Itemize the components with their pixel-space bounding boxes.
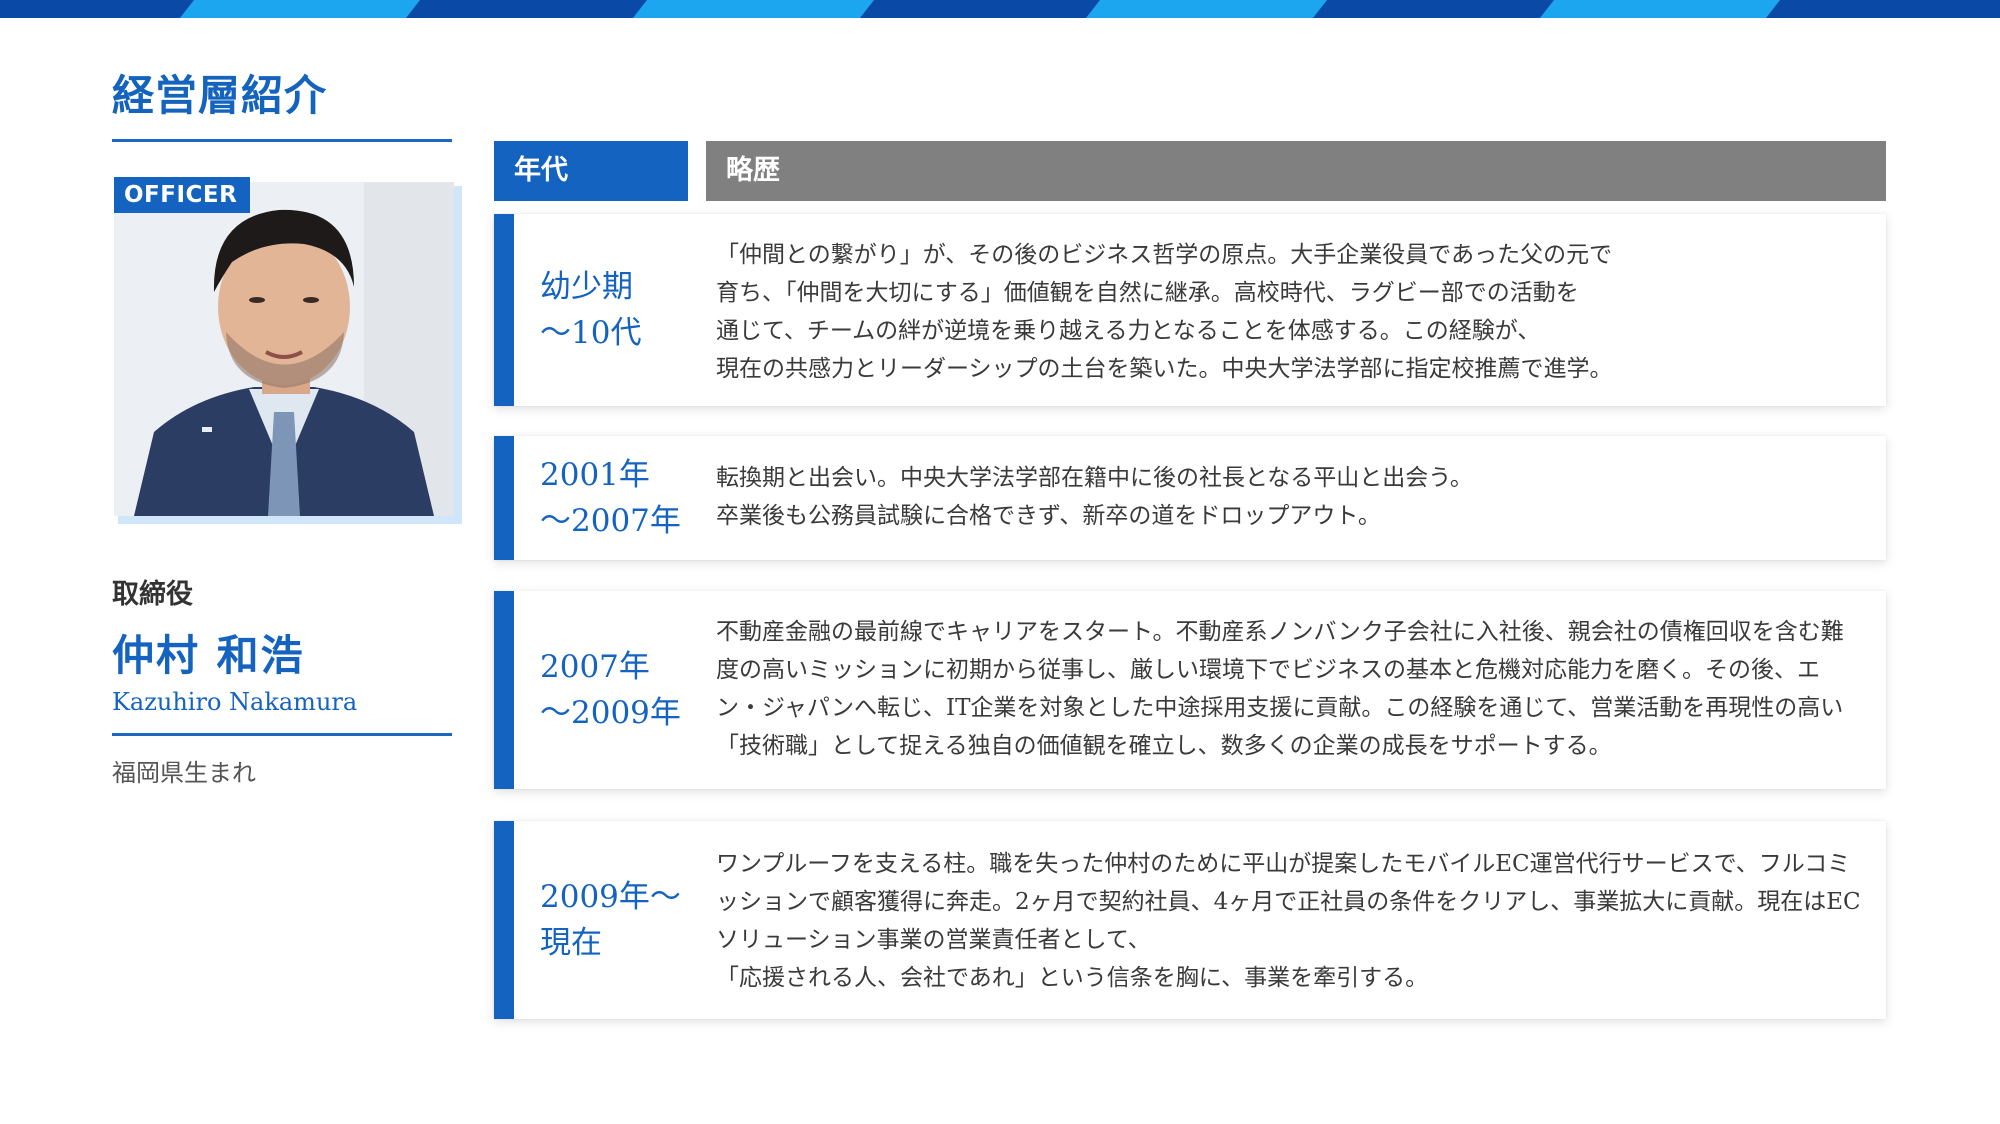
- row-era: 2001年 ～2007年: [540, 457, 681, 539]
- row-accent: [494, 821, 514, 1019]
- page-title: 経営層紹介: [112, 71, 328, 120]
- row-description: 転換期と出会い。中央大学法学部在籍中に後の社長となる平山と出会う。 卒業後も公務…: [716, 459, 1864, 535]
- timeline-row-childhood: 幼少期 ～10代 「仲間との繋がり」が、その後のビジネス哲学の原点。大手企業役員…: [494, 214, 1886, 406]
- title-divider: [112, 139, 452, 142]
- description-paragraph: ワンプルーフを支える柱。職を失った仲村のために平山が提案したモバイルEC運営代行…: [716, 851, 1861, 953]
- top-decorative-bar: [0, 0, 2000, 18]
- column-header-history: 略歴: [706, 141, 1886, 201]
- timeline-row-2009-present: 2009年～ 現在 ワンプルーフを支える柱。職を失った仲村のために平山が提案した…: [494, 821, 1886, 1019]
- timeline-row-2007-2009: 2007年 ～2009年 不動産金融の最前線でキャリアをスタート。不動産系ノンバ…: [494, 591, 1886, 789]
- description-line: 通じて、チームの絆が逆境を乗り越える力となることを体感する。この経験が、: [716, 318, 1541, 344]
- birthplace: 福岡県生まれ: [112, 759, 256, 787]
- row-description: 「仲間との繋がり」が、その後のビジネス哲学の原点。大手企業役員であった父の元で …: [716, 236, 1864, 388]
- row-era: 2009年～ 現在: [540, 879, 681, 961]
- row-description: 不動産金融の最前線でキャリアをスタート。不動産系ノンバンク子会社に入社後、親会社…: [716, 613, 1864, 765]
- row-description: ワンプルーフを支える柱。職を失った仲村のために平山が提案したモバイルEC運営代行…: [716, 845, 1864, 997]
- name-english: Kazuhiro Nakamura: [112, 688, 358, 716]
- name-japanese: 仲村 和浩: [112, 631, 305, 680]
- timeline-row-2001-2007: 2001年 ～2007年 転換期と出会い。中央大学法学部在籍中に後の社長となる平…: [494, 436, 1886, 560]
- row-era: 幼少期 ～10代: [540, 269, 642, 351]
- row-era: 2007年 ～2009年: [540, 649, 681, 731]
- officer-badge: OFFICER: [114, 177, 250, 213]
- row-accent: [494, 214, 514, 406]
- description-line: 現在の共感力とリーダーシップの土台を築いた。中央大学法学部に指定校推薦で進学。: [716, 356, 1613, 382]
- person-portrait-icon: [114, 182, 454, 516]
- description-line: 「仲間との繋がり」が、その後のビジネス哲学の原点。大手企業役員であった父の元で: [716, 242, 1613, 268]
- profile-photo: [114, 182, 462, 524]
- role-title: 取締役: [112, 579, 193, 610]
- description-line: 育ち、「仲間を大切にする」価値観を自然に継承。高校時代、ラグビー部での活動を: [716, 280, 1579, 306]
- row-accent: [494, 591, 514, 789]
- name-divider: [112, 733, 452, 736]
- row-accent: [494, 436, 514, 560]
- description-paragraph: 不動産金融の最前線でキャリアをスタート。不動産系ノンバンク子会社に入社後、親会社…: [716, 619, 1844, 759]
- description-line: 卒業後も公務員試験に合格できず、新卒の道をドロップアウト。: [716, 503, 1381, 529]
- description-line: 転換期と出会い。中央大学法学部在籍中に後の社長となる平山と出会う。: [716, 465, 1473, 491]
- column-header-era: 年代: [494, 141, 688, 201]
- description-line: 「応援される人、会社であれ」という信条を胸に、事業を牽引する。: [716, 965, 1429, 991]
